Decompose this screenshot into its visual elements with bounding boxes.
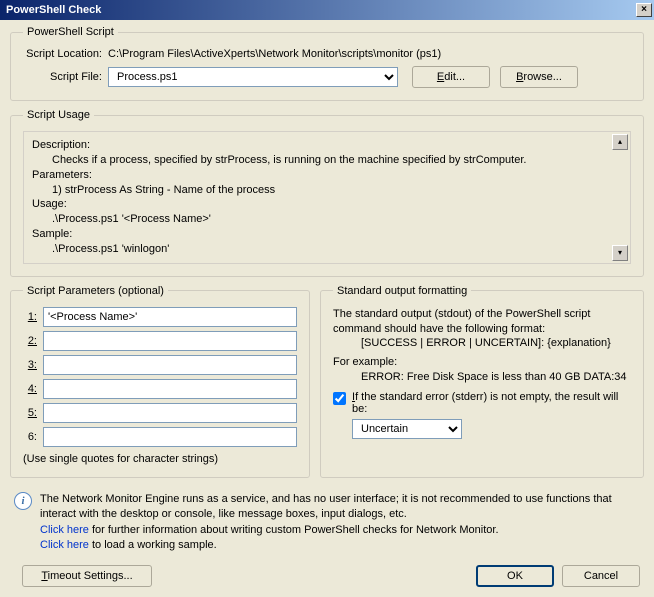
usage-sample-text: .\Process.ps1 'winlogon' (32, 242, 608, 257)
close-button[interactable]: × (636, 3, 652, 17)
script-usage-group: Script Usage ▴ ▾ Description: Checks if … (10, 109, 644, 277)
usage-params-text: 1) strProcess As String - Name of the pr… (32, 183, 608, 198)
usage-desc-heading: Description: (32, 138, 608, 153)
dialog-body: PowerShell Script Script Location: C:\Pr… (0, 20, 654, 597)
params-hint: (Use single quotes for character strings… (23, 453, 297, 465)
stdout-desc: The standard output (stdout) of the Powe… (333, 307, 631, 352)
usage-usage-heading: Usage: (32, 197, 608, 212)
param-input-5[interactable] (43, 403, 297, 423)
powershell-script-group: PowerShell Script Script Location: C:\Pr… (10, 26, 644, 101)
cancel-button[interactable]: Cancel (562, 565, 640, 587)
stdout-legend: Standard output formatting (333, 285, 471, 297)
scroll-down-button[interactable]: ▾ (612, 245, 628, 261)
script-location-label: Script Location: (23, 48, 108, 60)
info-link-1[interactable]: Click here (40, 524, 89, 536)
script-file-select[interactable]: Process.ps1 (108, 67, 398, 87)
stderr-checkbox[interactable] (333, 392, 346, 405)
browse-button[interactable]: Browse... (500, 66, 578, 88)
stdout-example: For example: ERROR: Free Disk Space is l… (333, 355, 631, 385)
ok-button[interactable]: OK (476, 565, 554, 587)
usage-params-heading: Parameters: (32, 168, 608, 183)
powershell-script-legend: PowerShell Script (23, 26, 118, 38)
param-label-4: 4: (23, 383, 43, 395)
script-file-label: Script File: (23, 71, 108, 83)
param-label-2: 2: (23, 335, 43, 347)
param-input-2[interactable] (43, 331, 297, 351)
usage-desc-text: Checks if a process, specified by strPro… (32, 153, 608, 168)
stderr-label: If the standard error (stderr) is not em… (352, 391, 631, 415)
info-icon: i (14, 492, 32, 510)
param-label-1: 1: (23, 311, 43, 323)
title-bar: PowerShell Check × (0, 0, 654, 20)
script-usage-text: ▴ ▾ Description: Checks if a process, sp… (23, 131, 631, 264)
param-label-3: 3: (23, 359, 43, 371)
param-label-6: 6: (23, 431, 43, 443)
param-input-6[interactable] (43, 427, 297, 447)
scroll-up-button[interactable]: ▴ (612, 134, 628, 150)
stdout-formatting-group: Standard output formatting The standard … (320, 285, 644, 478)
stderr-result-select[interactable]: Uncertain (352, 419, 462, 439)
edit-button[interactable]: Edit... (412, 66, 490, 88)
script-location-value: C:\Program Files\ActiveXperts\Network Mo… (108, 48, 441, 60)
param-input-3[interactable] (43, 355, 297, 375)
info-text: The Network Monitor Engine runs as a ser… (40, 492, 640, 554)
window-title: PowerShell Check (6, 4, 636, 16)
usage-sample-heading: Sample: (32, 227, 608, 242)
script-parameters-legend: Script Parameters (optional) (23, 285, 168, 297)
info-link-2[interactable]: Click here (40, 539, 89, 551)
usage-usage-text: .\Process.ps1 '<Process Name>' (32, 212, 608, 227)
timeout-settings-button[interactable]: Timeout Settings... (22, 565, 152, 587)
param-input-1[interactable] (43, 307, 297, 327)
script-usage-legend: Script Usage (23, 109, 94, 121)
script-parameters-group: Script Parameters (optional) 1: 2: 3: 4:… (10, 285, 310, 478)
param-input-4[interactable] (43, 379, 297, 399)
param-label-5: 5: (23, 407, 43, 419)
